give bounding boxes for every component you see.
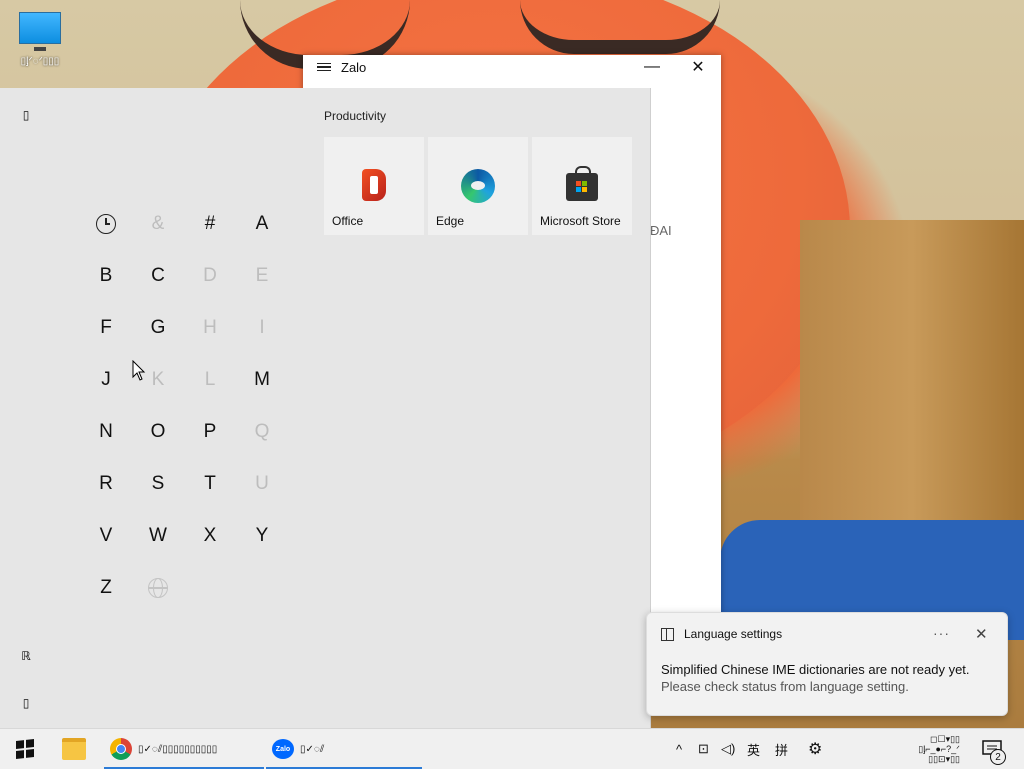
tile-label: Edge xyxy=(436,214,465,228)
monitor-icon xyxy=(19,12,61,51)
zalo-partial-text: ĐAI xyxy=(650,223,672,238)
start-menu: ▯ ℝ ▯ & # A B C D E F G H I J K L M N O P Q R S T U V W X Y Z Produ… xyxy=(0,88,650,728)
jump-letter: L xyxy=(204,369,216,390)
toast-close-button[interactable]: ✕ xyxy=(975,625,988,643)
taskbar: ▯✓◌⫽▯▯▯▯▯▯▯▯▯▯ Zalo ▯✓◌⫽ ^ ⊡ ◁) 英 拼 ⚙ ◻☐… xyxy=(0,728,1024,769)
jump-letter[interactable]: C xyxy=(132,250,184,302)
tile-label: Microsoft Store xyxy=(540,214,621,228)
jump-letter[interactable]: J xyxy=(80,354,132,406)
zalo-window-title: Zalo xyxy=(341,59,367,75)
taskbar-zalo[interactable]: Zalo ▯✓◌⫽ xyxy=(266,729,422,769)
tile-label: Office xyxy=(332,214,364,228)
desktop-icon-this-pc[interactable]: ▯ᶅᐟ◌ᐟ▯▯▯ xyxy=(8,8,72,67)
hamburger-menu-icon[interactable] xyxy=(317,62,331,72)
tile-office[interactable]: Office xyxy=(324,137,424,235)
jump-letter: D xyxy=(203,265,217,286)
clock-time: ▯ᶅ⌐_●⌐?_ᐟ xyxy=(918,744,960,754)
chrome-icon xyxy=(110,738,132,760)
toast-message: Simplified Chinese IME dictionaries are … xyxy=(661,662,970,677)
taskbar-chrome-label: ▯✓◌⫽▯▯▯▯▯▯▯▯▯▯ xyxy=(138,743,218,755)
toast-title: Language settings xyxy=(684,627,783,641)
jump-letter[interactable]: X xyxy=(184,510,236,562)
folder-icon xyxy=(62,738,86,760)
alphabet-index-grid: & # A B C D E F G H I J K L M N O P Q R S T U V W X Y Z xyxy=(80,198,288,614)
language-settings-icon xyxy=(661,627,674,641)
jump-letter: U xyxy=(255,473,269,494)
jump-letter[interactable]: V xyxy=(80,510,132,562)
jump-letter: I xyxy=(259,317,265,338)
jump-letter: & xyxy=(151,213,165,234)
taskbar-chrome[interactable]: ▯✓◌⫽▯▯▯▯▯▯▯▯▯▯ xyxy=(104,729,264,769)
desktop-icon-label: ▯ᶅᐟ◌ᐟ▯▯▯ xyxy=(20,56,60,67)
volume-icon[interactable]: ◁) xyxy=(721,729,735,769)
tile-microsoft-store[interactable]: Microsoft Store xyxy=(532,137,632,235)
close-button[interactable]: ✕ xyxy=(675,55,721,79)
start-button[interactable] xyxy=(16,729,34,769)
tile-group-title: Productivity xyxy=(324,109,387,123)
notification-count-badge: 2 xyxy=(990,749,1006,765)
jump-clock[interactable] xyxy=(80,198,132,250)
jump-globe xyxy=(132,562,184,614)
ime-mode-button[interactable]: 英 xyxy=(747,729,760,769)
jump-letter: H xyxy=(203,317,217,338)
office-icon xyxy=(362,169,386,201)
edge-icon xyxy=(461,169,495,203)
network-icon[interactable]: ⊡ xyxy=(698,729,709,769)
clock[interactable]: ◻☐▾▯▯ ▯ᶅ⌐_●⌐?_ᐟ ▯▯⊡▾▯▯ xyxy=(844,729,960,769)
jump-letter[interactable]: G xyxy=(132,302,184,354)
toast-submessage: Please check status from language settin… xyxy=(661,679,909,694)
jump-letter[interactable]: R xyxy=(80,458,132,510)
jump-letter[interactable]: M xyxy=(236,354,288,406)
mouse-cursor-icon xyxy=(132,360,146,381)
minimize-button[interactable]: — xyxy=(629,55,675,79)
jump-letter[interactable]: T xyxy=(184,458,236,510)
jump-letter[interactable]: O xyxy=(132,406,184,458)
windows-logo-icon xyxy=(16,739,34,759)
jump-letter[interactable]: Z xyxy=(80,562,132,614)
power-icon[interactable]: ▯ xyxy=(14,691,38,715)
clock-top: ◻☐▾▯▯ xyxy=(930,734,960,744)
ime-settings-icon[interactable]: ⚙ xyxy=(808,729,822,769)
language-settings-toast[interactable]: Language settings ··· ✕ Simplified Chine… xyxy=(646,612,1008,716)
show-hidden-icons-button[interactable]: ^ xyxy=(676,729,682,769)
taskbar-zalo-label: ▯✓◌⫽ xyxy=(300,743,325,755)
jump-letter[interactable]: S xyxy=(132,458,184,510)
toast-more-button[interactable]: ··· xyxy=(933,625,950,641)
user-account-icon[interactable]: ℝ xyxy=(14,644,38,668)
jump-letter[interactable]: A xyxy=(236,198,288,250)
jump-letter[interactable]: P xyxy=(184,406,236,458)
globe-icon xyxy=(148,578,168,598)
ime-pinyin-button[interactable]: 拼 xyxy=(775,729,788,769)
jump-letter: Q xyxy=(254,421,270,442)
jump-letter: E xyxy=(255,265,269,286)
jump-letter[interactable]: N xyxy=(80,406,132,458)
clock-date: ▯▯⊡▾▯▯ xyxy=(928,754,960,764)
jump-letter[interactable]: # xyxy=(184,198,236,250)
zalo-icon: Zalo xyxy=(272,739,294,759)
jump-letter[interactable]: Y xyxy=(236,510,288,562)
store-icon xyxy=(566,166,598,201)
tile-edge[interactable]: Edge xyxy=(428,137,528,235)
taskbar-file-explorer[interactable] xyxy=(62,729,86,769)
clock-icon xyxy=(96,214,116,234)
expand-menu-icon[interactable]: ▯ xyxy=(14,103,38,127)
jump-letter[interactable]: W xyxy=(132,510,184,562)
jump-letter[interactable]: F xyxy=(80,302,132,354)
jump-letter[interactable]: B xyxy=(80,250,132,302)
